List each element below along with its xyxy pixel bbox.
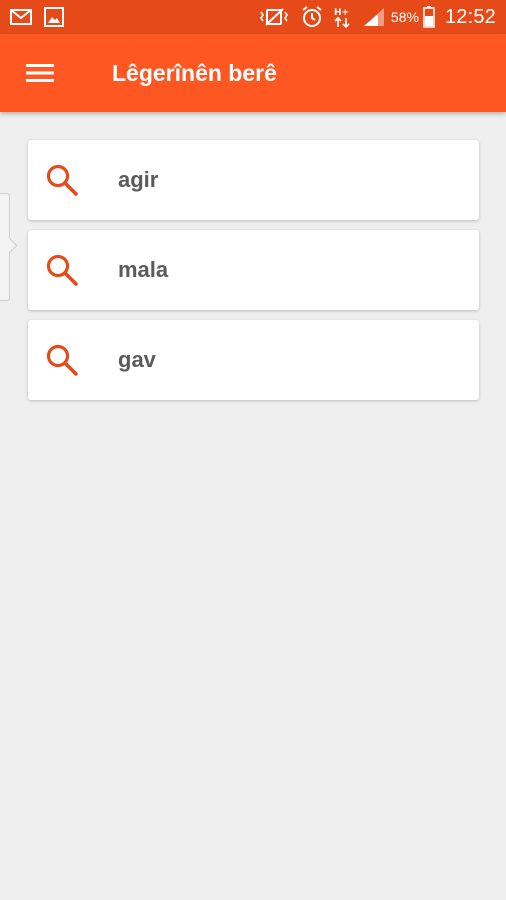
image-icon	[44, 7, 64, 27]
history-item-gav[interactable]: gav	[28, 320, 479, 400]
search-icon	[44, 342, 80, 378]
history-word: gav	[118, 347, 156, 372]
alarm-icon	[301, 6, 323, 28]
data-arrows-icon: H+	[333, 6, 353, 28]
battery-percent: 58%	[390, 9, 419, 25]
screen: H+ 58% 12:52 Lêgerînên berê agir mala ga…	[0, 0, 506, 900]
search-icon	[44, 252, 80, 288]
app-bar: Lêgerînên berê	[0, 34, 506, 112]
history-word: mala	[118, 257, 169, 282]
mail-icon	[10, 9, 32, 25]
history-word: agir	[118, 167, 159, 192]
signal-icon	[363, 7, 385, 27]
status-bar-left	[10, 7, 76, 27]
search-icon	[44, 162, 80, 198]
page-title: Lêgerînên berê	[112, 59, 277, 86]
clock-time: 12:52	[444, 5, 496, 28]
hamburger-menu-icon	[26, 63, 54, 83]
search-history-list: agir mala gav	[28, 140, 479, 410]
history-item-agir[interactable]: agir	[28, 140, 479, 220]
menu-button[interactable]	[12, 45, 68, 101]
battery-icon	[423, 6, 435, 28]
svg-text:H+: H+	[334, 8, 349, 18]
drawer-handle[interactable]	[0, 193, 10, 301]
status-bar: H+ 58% 12:52	[0, 0, 506, 34]
status-bar-right: H+ 58% 12:52	[249, 6, 496, 29]
history-item-mala[interactable]: mala	[28, 230, 479, 310]
vibrate-icon	[259, 7, 291, 27]
